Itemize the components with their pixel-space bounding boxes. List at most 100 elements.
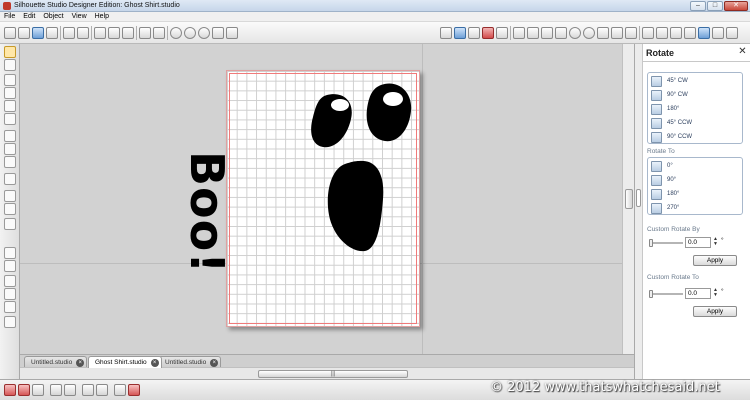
ellipse-tool-icon[interactable] <box>4 113 16 125</box>
rotate-by-slider-track[interactable] <box>651 242 683 244</box>
group-bottom-icon[interactable] <box>32 384 44 396</box>
knife-tool-icon[interactable] <box>4 203 16 215</box>
ungroup-icon[interactable] <box>4 301 16 313</box>
select-all-icon[interactable] <box>4 384 16 396</box>
vertical-scrollbar[interactable] <box>622 44 634 354</box>
bring-to-front-icon[interactable] <box>114 384 126 396</box>
tab-close-icon[interactable]: × <box>150 359 159 367</box>
trace-icon[interactable] <box>625 27 637 39</box>
rotate-by-input[interactable]: 0.0 <box>685 237 711 248</box>
rotate-45-ccw-option[interactable]: 45° CCW <box>651 117 692 129</box>
offset-icon[interactable] <box>611 27 623 39</box>
rotate-180-option[interactable]: 180° <box>651 103 679 115</box>
rectangle-tool-icon[interactable] <box>4 87 16 99</box>
pan-icon[interactable] <box>212 27 224 39</box>
polygon-tool-icon[interactable] <box>4 130 16 142</box>
rounded-rectangle-tool-icon[interactable] <box>4 100 16 112</box>
store-icon[interactable] <box>642 27 654 39</box>
tab-close-icon[interactable]: × <box>210 359 219 367</box>
menu-object[interactable]: Object <box>43 13 63 20</box>
registration-icon[interactable] <box>4 316 16 328</box>
fit-to-page-icon[interactable] <box>226 27 238 39</box>
eraser-tool-icon[interactable] <box>4 190 16 202</box>
select-tool-icon[interactable] <box>4 46 16 58</box>
rotate-to-180-option[interactable]: 180° <box>651 188 679 200</box>
horizontal-scrollbar[interactable]: ||| <box>20 367 634 379</box>
rotate-90-ccw-option[interactable]: 90° CCW <box>651 131 692 143</box>
library-icon[interactable] <box>46 27 58 39</box>
ghost-left-eye[interactable] <box>307 91 357 151</box>
apply-rotate-by-button[interactable]: Apply <box>693 255 737 266</box>
deselect-icon[interactable] <box>18 384 30 396</box>
new-document-icon[interactable] <box>4 27 16 39</box>
apply-rotate-to-button[interactable]: Apply <box>693 306 737 317</box>
rotate-to-90-option[interactable]: 90° <box>651 174 676 186</box>
menu-file[interactable]: File <box>4 13 15 20</box>
print-icon[interactable] <box>63 27 75 39</box>
paste-icon[interactable] <box>122 27 134 39</box>
minimize-button[interactable]: – <box>690 1 706 11</box>
ghost-mouth[interactable] <box>325 159 387 253</box>
point-edit-tool-icon[interactable] <box>4 59 16 71</box>
stepper-down-icon[interactable]: ▼ <box>713 242 719 247</box>
undo-icon[interactable] <box>139 27 151 39</box>
ghost-right-eye[interactable] <box>363 81 415 147</box>
line-color-icon[interactable] <box>496 27 508 39</box>
menu-help[interactable]: Help <box>95 13 109 20</box>
design-canvas[interactable]: Boo! <box>20 44 634 354</box>
zoom-out-icon[interactable] <box>184 27 196 39</box>
send-to-back-icon[interactable] <box>128 384 140 396</box>
close-window-button[interactable]: ✕ <box>724 1 748 11</box>
rotate-icon[interactable] <box>583 27 595 39</box>
panel-close-icon[interactable]: ✕ <box>737 47 748 58</box>
vertical-scroll-thumb[interactable] <box>625 189 633 209</box>
modify-icon[interactable] <box>597 27 609 39</box>
stepper-down-icon[interactable]: ▼ <box>713 293 719 298</box>
page-setup-icon[interactable] <box>440 27 452 39</box>
weld-icon[interactable] <box>4 275 16 287</box>
send-to-cutter-icon[interactable] <box>77 27 89 39</box>
menu-view[interactable]: View <box>72 13 87 20</box>
design-view-icon[interactable] <box>670 27 682 39</box>
rotate-to-stepper[interactable]: ▲ ▼ <box>713 288 719 299</box>
line-style-icon[interactable] <box>513 27 525 39</box>
copy-icon[interactable] <box>108 27 120 39</box>
save-icon[interactable] <box>32 27 44 39</box>
settings-icon[interactable] <box>726 27 738 39</box>
rotate-to-slider-knob[interactable] <box>649 290 653 298</box>
cut-icon[interactable] <box>94 27 106 39</box>
horizontal-scroll-thumb[interactable]: ||| <box>258 370 408 378</box>
transform-icon[interactable] <box>569 27 581 39</box>
rotate-45-cw-option[interactable]: 45° CW <box>651 75 688 87</box>
cut-view-icon[interactable] <box>684 27 696 39</box>
edit-pen-icon[interactable] <box>712 27 724 39</box>
layers-icon[interactable] <box>4 247 16 259</box>
tab-ghost-shirt[interactable]: Ghost Shirt.studio × <box>88 356 162 368</box>
rotate-by-stepper[interactable]: ▲ ▼ <box>713 237 719 248</box>
design-page[interactable]: Boo! <box>180 70 420 327</box>
line-tool-icon[interactable] <box>4 74 16 86</box>
curve-tool-icon[interactable] <box>4 143 16 155</box>
duplicate-icon[interactable] <box>50 384 62 396</box>
freehand-tool-icon[interactable] <box>4 156 16 168</box>
zoom-select-icon[interactable] <box>198 27 210 39</box>
print-cut-icon[interactable] <box>698 27 710 39</box>
library-view-icon[interactable] <box>656 27 668 39</box>
fill-color-icon[interactable] <box>482 27 494 39</box>
rotate-to-input[interactable]: 0.0 <box>685 288 711 299</box>
cut-settings-icon[interactable] <box>454 27 466 39</box>
redo-icon[interactable] <box>153 27 165 39</box>
rotate-to-270-option[interactable]: 270° <box>651 202 679 214</box>
rotate-by-slider-knob[interactable] <box>649 239 653 247</box>
flip-icon[interactable] <box>96 384 108 396</box>
compound-path-icon[interactable] <box>4 288 16 300</box>
panel-grip-handle[interactable] <box>636 189 641 207</box>
rotate-to-slider-track[interactable] <box>651 293 683 295</box>
open-icon[interactable] <box>18 27 30 39</box>
grid-settings-icon[interactable] <box>468 27 480 39</box>
fill-panel-icon[interactable] <box>4 218 16 230</box>
group-icon[interactable] <box>4 260 16 272</box>
rotate-90-cw-option[interactable]: 90° CW <box>651 89 688 101</box>
rotate-to-0-option[interactable]: 0° <box>651 160 673 172</box>
text-tool-icon[interactable] <box>4 173 16 185</box>
